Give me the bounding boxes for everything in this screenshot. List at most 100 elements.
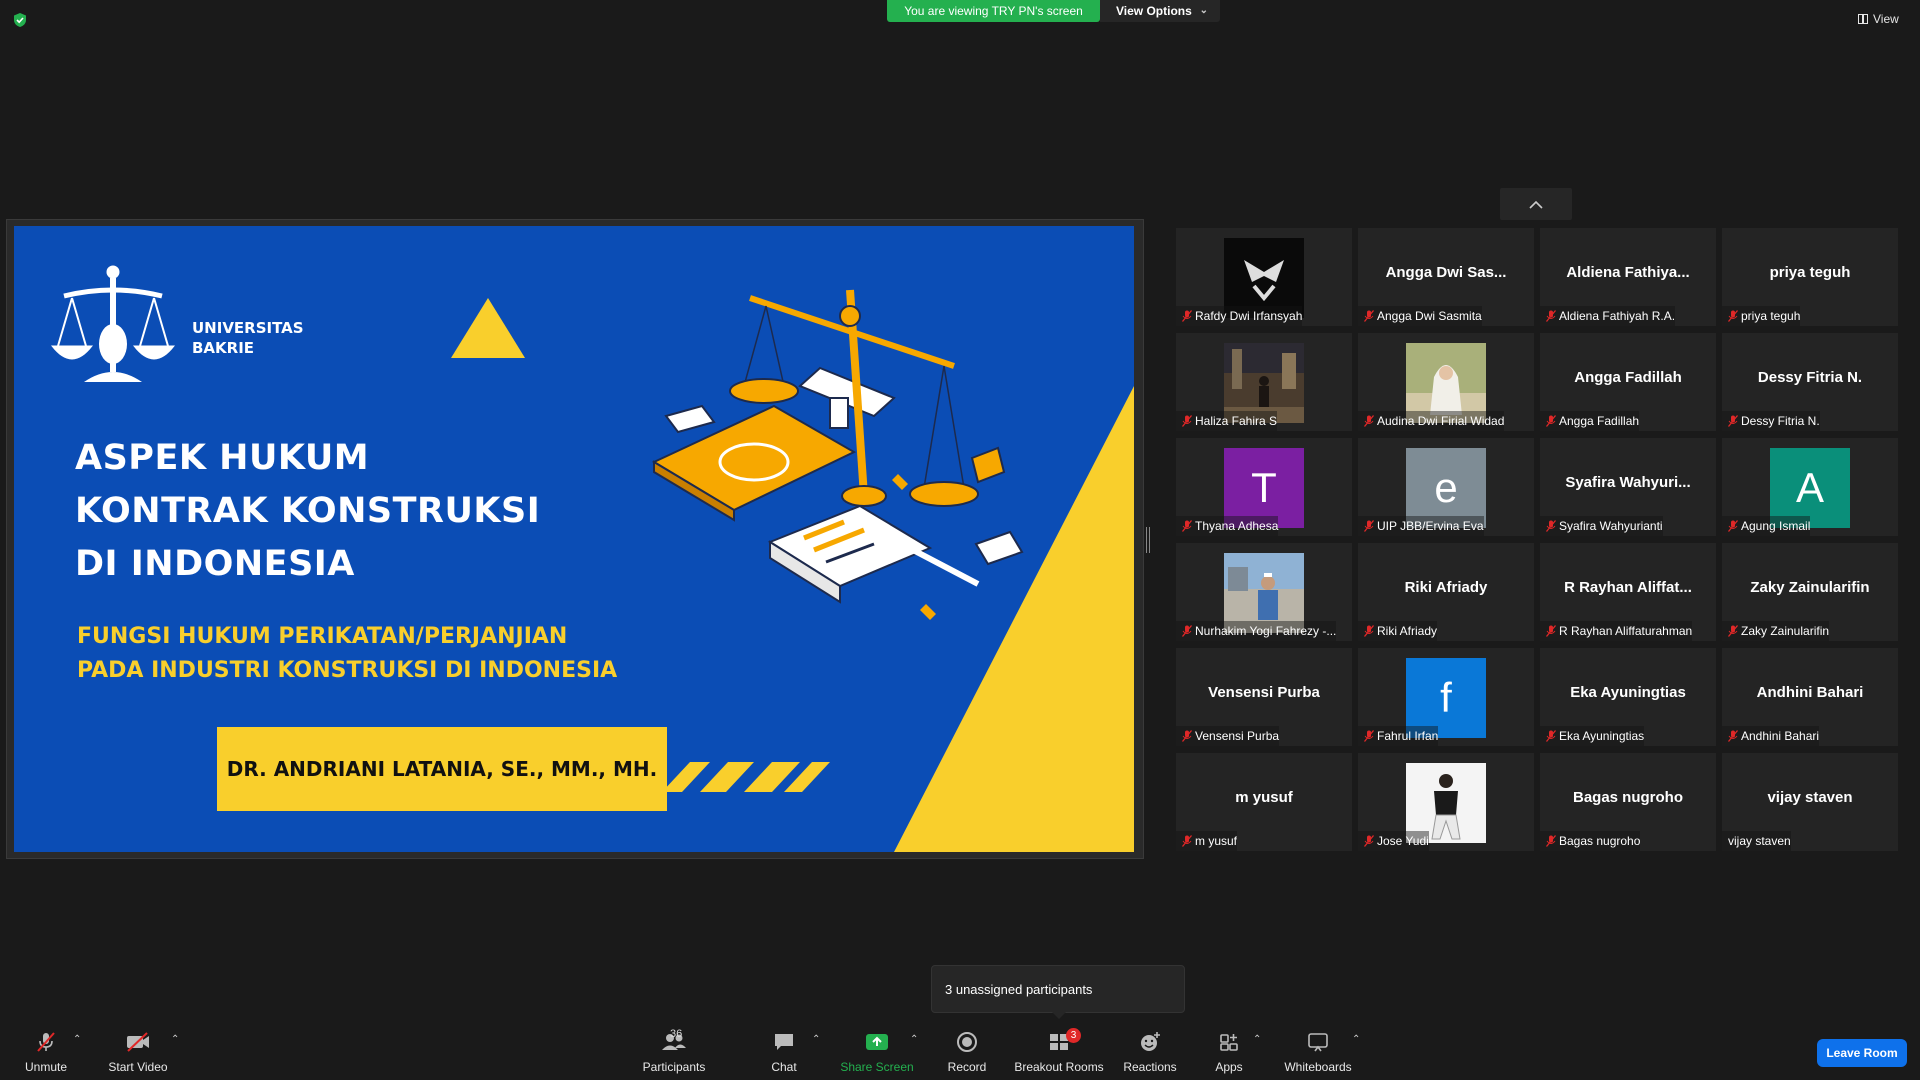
participant-name: Eka Ayuningtias — [1559, 729, 1645, 743]
participant-tile[interactable]: Angga Dwi Sas... Angga Dwi Sasmita — [1358, 228, 1534, 326]
muted-mic-icon — [1364, 625, 1374, 637]
justice-scales-logo — [50, 265, 176, 382]
participants-label: Participants — [642, 1060, 706, 1074]
chat-options-caret-icon[interactable]: ⌃ — [812, 1034, 820, 1045]
record-label: Record — [947, 1060, 987, 1074]
participant-display-name: Zaky Zainularifin — [1750, 579, 1870, 596]
muted-mic-icon — [1546, 835, 1556, 847]
participant-tile[interactable]: Vensensi Purba Vensensi Purba — [1176, 648, 1352, 746]
share-options-caret-icon[interactable]: ⌃ — [910, 1034, 918, 1045]
participant-display-name: Andhini Bahari — [1756, 684, 1864, 701]
participant-name-label: Zaky Zainularifin — [1722, 621, 1830, 641]
security-shield-icon[interactable] — [12, 12, 28, 28]
muted-mic-icon — [1546, 415, 1556, 427]
muted-mic-icon — [1364, 730, 1374, 742]
participant-tile[interactable]: Haliza Fahira S — [1176, 333, 1352, 431]
participant-name-label: Angga Fadillah — [1540, 411, 1640, 431]
participant-tile[interactable]: Nurhakim Yogi Fahrezy -... — [1176, 543, 1352, 641]
university-line-1: UNIVERSITAS — [192, 319, 304, 337]
muted-mic-icon — [1364, 310, 1374, 322]
participant-name-label: Thyana Adhesa — [1176, 516, 1279, 536]
chat-label: Chat — [771, 1060, 797, 1074]
participant-tile[interactable]: Riki Afriady Riki Afriady — [1358, 543, 1534, 641]
breakout-rooms-button[interactable]: 3 Breakout Rooms — [1014, 1028, 1104, 1078]
record-button[interactable]: Record — [944, 1030, 990, 1078]
participants-button[interactable]: 36 Participants — [640, 1028, 708, 1078]
chat-icon — [775, 1034, 793, 1050]
avatar-letter: f — [1440, 674, 1452, 721]
share-screen-button[interactable]: Share Screen — [840, 1030, 914, 1078]
slide-title-line-3: DI INDONESIA — [75, 544, 355, 584]
participant-tile[interactable]: priya teguh priya teguh — [1722, 228, 1898, 326]
participant-tile[interactable]: e UIP JBB/Ervina Eva — [1358, 438, 1534, 536]
participant-display-name: Riki Afriady — [1404, 579, 1488, 596]
start-video-button[interactable]: Start Video — [106, 1030, 170, 1078]
participant-display-name: priya teguh — [1769, 264, 1851, 281]
apps-button[interactable]: Apps — [1212, 1030, 1246, 1078]
unmute-button[interactable]: Unmute — [22, 1030, 70, 1078]
participant-name: Andhini Bahari — [1741, 729, 1820, 743]
participant-tile[interactable]: A Agung Ismail — [1722, 438, 1898, 536]
participant-tile[interactable]: Syafira Wahyuri... Syafira Wahyurianti — [1540, 438, 1716, 536]
audio-options-caret-icon[interactable]: ⌃ — [73, 1034, 81, 1045]
participant-tile[interactable]: Bagas nugroho Bagas nugroho — [1540, 753, 1716, 851]
participant-tile[interactable]: Zaky Zainularifin Zaky Zainularifin — [1722, 543, 1898, 641]
participant-tile[interactable]: Aldiena Fathiya... Aldiena Fathiyah R.A. — [1540, 228, 1716, 326]
participant-name-label: Agung Ismail — [1722, 516, 1811, 536]
share-screen-icon — [866, 1034, 888, 1050]
participant-tile[interactable]: Jose Yudi — [1358, 753, 1534, 851]
resize-splitter[interactable] — [1146, 527, 1150, 553]
participant-name-label: UIP JBB/Ervina Eva — [1358, 516, 1484, 536]
participant-tile[interactable]: Eka Ayuningtias Eka Ayuningtias — [1540, 648, 1716, 746]
participant-name: Dessy Fitria N. — [1741, 414, 1820, 428]
participant-name-label: Rafdy Dwi Irfansyah — [1176, 306, 1303, 326]
slide-title: ASPEK HUKUM KONTRAK KONSTRUKSI DI INDONE… — [75, 432, 540, 591]
muted-mic-icon — [1728, 625, 1738, 637]
participants-count: 36 — [670, 1028, 683, 1040]
whiteboard-options-caret-icon[interactable]: ⌃ — [1352, 1034, 1360, 1045]
participant-tile[interactable]: Angga Fadillah Angga Fadillah — [1540, 333, 1716, 431]
participant-tile[interactable]: R Rayhan Aliffat... R Rayhan Aliffaturahm… — [1540, 543, 1716, 641]
university-name: UNIVERSITAS BAKRIE — [192, 318, 304, 358]
participant-display-name: Syafira Wahyuri... — [1565, 474, 1691, 491]
participant-tile[interactable]: Rafdy Dwi Irfansyah — [1176, 228, 1352, 326]
record-icon — [957, 1032, 977, 1052]
participant-tile[interactable]: m yusuf m yusuf — [1176, 753, 1352, 851]
participant-tile[interactable]: T Thyana Adhesa — [1176, 438, 1352, 536]
muted-mic-icon — [1364, 520, 1374, 532]
view-button[interactable]: View — [1858, 10, 1899, 28]
participant-tile[interactable]: f Fahrul Irfan — [1358, 648, 1534, 746]
participant-name-label: Dessy Fitria N. — [1722, 411, 1820, 431]
participant-name: Angga Dwi Sasmita — [1377, 309, 1482, 323]
muted-mic-icon — [1546, 625, 1556, 637]
muted-mic-icon — [1182, 835, 1192, 847]
participant-tile[interactable]: Audina Dwi Firial Widad — [1358, 333, 1534, 431]
reactions-button[interactable]: Reactions — [1123, 1030, 1177, 1078]
participant-tile[interactable]: Andhini Bahari Andhini Bahari — [1722, 648, 1898, 746]
whiteboards-button[interactable]: Whiteboards — [1282, 1030, 1354, 1078]
muted-mic-icon — [1728, 730, 1738, 742]
apps-options-caret-icon[interactable]: ⌃ — [1253, 1034, 1261, 1045]
participant-name: Thyana Adhesa — [1195, 519, 1279, 533]
participant-tile[interactable]: Dessy Fitria N. Dessy Fitria N. — [1722, 333, 1898, 431]
meeting-toolbar: Unmute ⌃ Start Video ⌃ 36 Participants C… — [0, 1020, 1920, 1080]
start-video-label: Start Video — [108, 1060, 168, 1074]
stripes-decoration — [662, 762, 830, 792]
muted-mic-icon — [1546, 310, 1556, 322]
apps-label: Apps — [1215, 1060, 1243, 1074]
leave-room-button[interactable]: Leave Room — [1817, 1039, 1907, 1067]
muted-mic-icon — [1546, 520, 1556, 532]
participant-name: vijay staven — [1728, 834, 1791, 848]
video-options-caret-icon[interactable]: ⌃ — [171, 1034, 179, 1045]
chat-button[interactable]: Chat — [766, 1030, 802, 1078]
gallery-page-up-button[interactable] — [1500, 188, 1572, 220]
participant-name-label: R Rayhan Aliffaturahman — [1540, 621, 1693, 641]
view-options-button[interactable]: View Options ⌄ — [1100, 0, 1220, 22]
breakout-badge: 3 — [1066, 1028, 1081, 1043]
unassigned-participants-popup[interactable]: 3 unassigned participants — [931, 965, 1185, 1019]
muted-mic-icon — [1364, 415, 1374, 427]
participant-display-name: Dessy Fitria N. — [1757, 369, 1863, 386]
muted-mic-icon — [1546, 730, 1556, 742]
slide-title-line-1: ASPEK HUKUM — [75, 438, 370, 478]
participant-tile[interactable]: vijay staven vijay staven — [1722, 753, 1898, 851]
